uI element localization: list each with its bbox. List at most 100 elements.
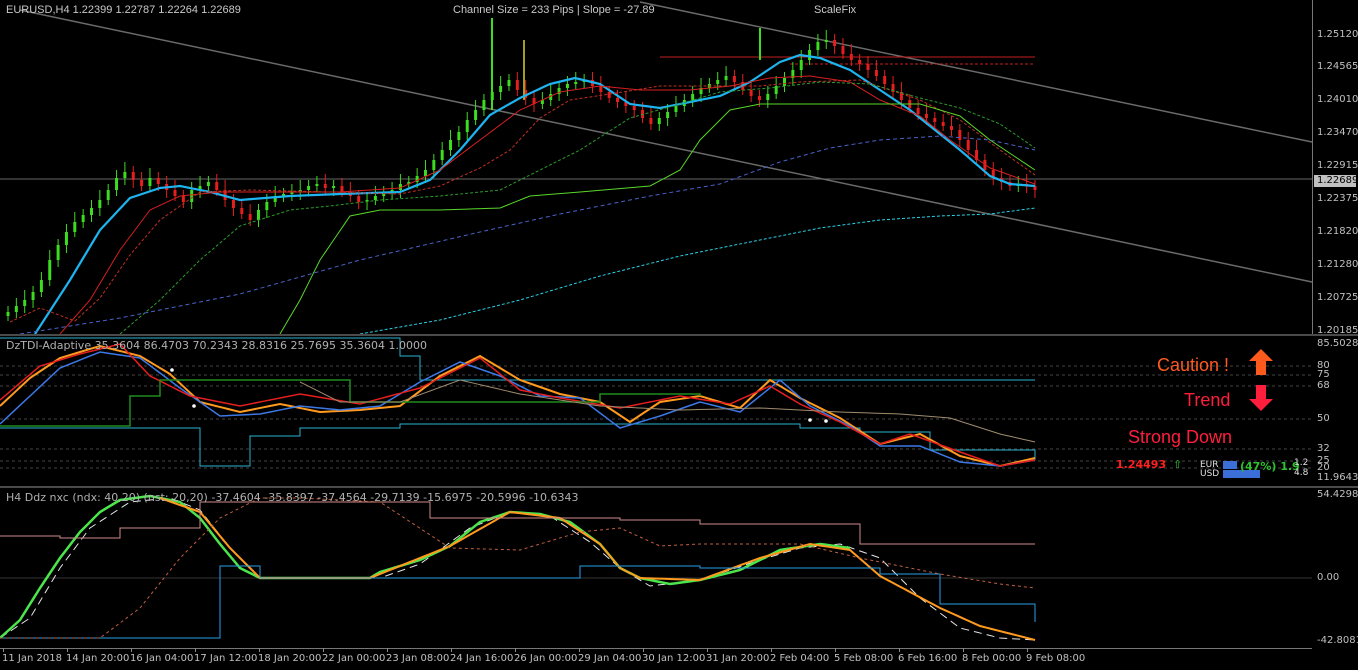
time-axis-label: 11 Jan 2018: [2, 653, 62, 664]
candle-body: [766, 94, 770, 100]
candle-body: [465, 120, 469, 132]
candle-body: [14, 306, 18, 312]
candle-body: [691, 94, 695, 100]
price-axis-label: 1.25120: [1317, 29, 1358, 40]
nxc-upper-band-line: [0, 501, 1035, 545]
candle-body: [248, 214, 252, 220]
candle-body: [106, 190, 110, 200]
time-axis-tick: [323, 648, 324, 652]
tdi-level-label: 11.9643: [1317, 472, 1358, 483]
price-axis-label: 1.21820: [1317, 226, 1358, 237]
time-axis-tick: [643, 648, 644, 652]
candle-body: [574, 82, 578, 84]
candle-body: [515, 80, 519, 90]
candle-body: [56, 245, 60, 260]
nxc-level-label: 0.00: [1317, 572, 1340, 583]
tdi-signal-dot: [192, 404, 196, 408]
time-axis-label: 6 Feb 16:00: [898, 653, 958, 664]
fast-ma-line: [34, 53, 1036, 334]
candle-body: [423, 170, 427, 176]
candle-body: [190, 190, 194, 202]
candle-body: [966, 140, 970, 150]
time-axis-label: 5 Feb 08:00: [834, 653, 894, 664]
time-axis-label: 29 Jan 04:00: [578, 653, 642, 664]
candle-body: [874, 70, 878, 76]
candle-body: [565, 84, 569, 88]
price-chart-pane[interactable]: EURUSD,H4 1.22399 1.22787 1.22264 1.2268…: [0, 0, 1358, 336]
candle-body: [849, 54, 853, 60]
nxc-chart-svg: [0, 494, 1312, 641]
time-axis-tick: [515, 648, 516, 652]
candle-body: [6, 312, 10, 316]
candle-body: [783, 78, 787, 86]
long-ma-blue-dashed-line: [19, 135, 1036, 334]
candle-body: [724, 76, 728, 80]
tdi-indicator-pane[interactable]: DzTDI-Adaptive 35.3604 86.4703 70.2343 2…: [0, 336, 1358, 486]
price-axis-label: 1.20725: [1317, 292, 1358, 303]
time-axis-label: 2 Feb 04:00: [770, 653, 830, 664]
time-axis-tick: [579, 648, 580, 652]
tdi-level-label: 68: [1317, 380, 1330, 391]
time-axis-label: 9 Feb 08:00: [1026, 653, 1086, 664]
candle-body: [482, 100, 486, 110]
channel-info: Channel Size = 233 Pips | Slope = -27.89: [453, 4, 655, 16]
candle-body: [933, 118, 937, 122]
candle-body: [323, 184, 327, 188]
price-axis-label: 1.21280: [1317, 259, 1358, 270]
candle-body: [749, 90, 753, 96]
strength-pct: (47%) 1.9: [1240, 460, 1300, 473]
strong-down-label: Strong Down: [1128, 427, 1233, 447]
time-axis-tick: [963, 648, 964, 652]
time-axis-tick: [899, 648, 900, 652]
candle-body: [39, 280, 43, 292]
caution-up-arrow-icon: [1249, 349, 1273, 375]
candle-body: [131, 172, 135, 180]
candle-body: [315, 184, 319, 186]
time-axis-tick: [1027, 648, 1028, 652]
time-axis-tick: [131, 648, 132, 652]
candle-body: [833, 40, 837, 46]
candle-body: [883, 76, 887, 84]
candle-body: [916, 108, 920, 114]
nxc-level-label: 54.4298: [1317, 489, 1358, 500]
candle-body: [73, 222, 77, 232]
candle-body: [240, 208, 244, 214]
candle-body: [732, 76, 736, 82]
candle-body: [507, 80, 511, 86]
candle-body: [332, 186, 336, 188]
candle-body: [474, 110, 478, 120]
tdi-signal-dot: [808, 418, 812, 422]
time-axis-label: 14 Jan 20:00: [66, 653, 130, 664]
time-axis-tick: [259, 648, 260, 652]
current-price-tag: 1.22689: [1314, 175, 1358, 187]
time-axis-label: 8 Feb 00:00: [962, 653, 1022, 664]
tdi-level-label: 85.5028: [1317, 338, 1358, 349]
tdi-signal-dot: [170, 368, 174, 372]
price-axis-label: 1.22915: [1317, 160, 1358, 171]
time-axis-tick: [67, 648, 68, 652]
candle-body: [256, 210, 260, 220]
tdi-level-label: 75: [1317, 369, 1330, 380]
nxc-indicator-pane[interactable]: H4 Ddz nxc (ndx: 40,20) (nst: 20,20) -37…: [0, 488, 1358, 648]
channel-lower-line: [19, 9, 1313, 283]
candle-body: [215, 182, 219, 190]
candle-body: [666, 112, 670, 118]
eur-bar: [1223, 461, 1237, 469]
tdi-signal-dot: [824, 419, 828, 423]
time-axis-label: 31 Jan 20:00: [706, 653, 770, 664]
candle-body: [357, 196, 361, 202]
price-axis-label: 1.24565: [1317, 61, 1358, 72]
candle-body: [866, 64, 870, 70]
trend-down-arrow-icon: [1249, 385, 1273, 411]
tdi-title: DzTDI-Adaptive 35.3604 86.4703 70.2343 2…: [6, 339, 427, 352]
scalefix-label[interactable]: ScaleFix: [814, 4, 856, 16]
time-axis-tick: [3, 648, 4, 652]
tdi-fast-line: [0, 343, 1036, 467]
time-axis-tick: [387, 648, 388, 652]
price-axis-label: 1.24010: [1317, 94, 1358, 105]
candle-body: [206, 182, 210, 186]
candle-body: [599, 86, 603, 92]
candle-body: [64, 232, 68, 245]
candle-body: [115, 178, 119, 190]
candle-body: [173, 190, 177, 196]
